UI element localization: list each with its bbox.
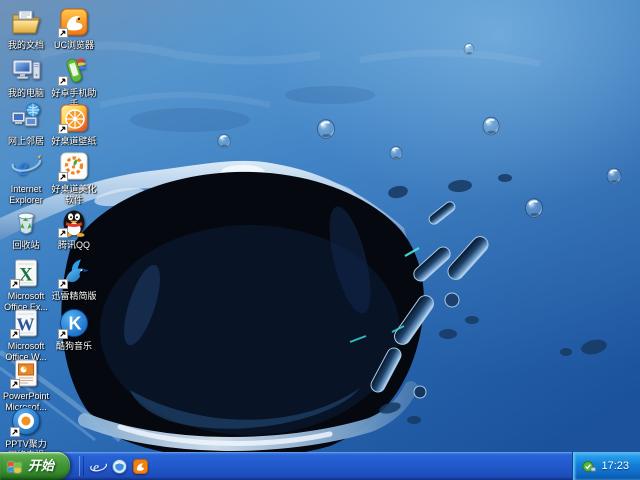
svg-text:X: X: [19, 265, 33, 286]
desktop-icon-xunlei-lite[interactable]: 迅雷精简版: [48, 256, 100, 302]
quick-launch-internet-explorer[interactable]: e: [90, 458, 107, 475]
word-icon: W: [9, 306, 43, 340]
shortcut-arrow-icon: [10, 379, 20, 389]
icon-label: 迅雷精简版: [51, 291, 96, 302]
icon-label: UC浏览器: [54, 40, 94, 51]
desktop-icon-haozhuodao-wallpaper[interactable]: 好桌道壁纸: [48, 101, 100, 147]
shortcut-arrow-icon: [58, 124, 68, 134]
wallpaper-app-icon: [57, 101, 91, 135]
taskbar: 开始 e 17:23: [0, 452, 640, 480]
system-tray: 17:23: [572, 452, 640, 480]
desktop-icon-recycle-bin[interactable]: 回收站: [0, 205, 52, 251]
icon-label: 酷狗音乐: [56, 341, 92, 352]
desktop-icon-ms-office-word[interactable]: W Microsoft Office W...: [0, 306, 52, 363]
desktop-icon-internet-explorer[interactable]: e Internet Explorer: [0, 149, 52, 206]
icon-label: 腾讯QQ: [58, 240, 90, 251]
shortcut-arrow-icon: [58, 279, 68, 289]
icon-label: 网上邻居: [8, 136, 44, 147]
my-documents-icon: [9, 5, 43, 39]
uc-browser-icon: [57, 5, 91, 39]
icon-label: 我的文档: [8, 40, 44, 51]
shortcut-arrow-icon: [58, 329, 68, 339]
svg-text:e: e: [17, 152, 29, 181]
desktop-icon-ms-office-excel[interactable]: X Microsoft Office Ex...: [0, 256, 52, 313]
icon-label: 好桌道壁纸: [51, 136, 96, 147]
taskbar-clock[interactable]: 17:23: [601, 461, 629, 472]
icon-label: 我的电脑: [8, 88, 44, 99]
shortcut-arrow-icon: [58, 172, 68, 182]
shortcut-arrow-icon: [58, 28, 68, 38]
quick-launch-bar: e: [90, 458, 149, 475]
beautify-app-icon: [57, 149, 91, 183]
shortcut-arrow-icon: [10, 427, 20, 437]
uc-mini-icon: [132, 458, 149, 475]
desktop-icon-network-places[interactable]: 网上邻居: [0, 101, 52, 147]
round-blue-app-icon: [111, 458, 128, 475]
svg-text:e: e: [93, 460, 99, 475]
quick-launch-uc-browser[interactable]: [132, 458, 149, 475]
phone-assistant-icon: [57, 53, 91, 87]
powerpoint-icon: [9, 356, 43, 390]
icon-label: 好桌道美化软件: [48, 184, 100, 206]
qq-penguin-icon: [57, 205, 91, 239]
desktop-icon-tencent-qq[interactable]: 腾讯QQ: [48, 205, 100, 251]
quick-launch-divider: [79, 456, 84, 476]
quick-launch-round-blue-app[interactable]: [111, 458, 128, 475]
ie-icon: e: [90, 458, 107, 475]
desktop-icon-kugou-music[interactable]: K 酷狗音乐: [48, 306, 100, 352]
icon-label: Internet Explorer: [0, 184, 52, 206]
desktop-icon-my-documents[interactable]: 我的文档: [0, 5, 52, 51]
recycle-bin-icon: [9, 205, 43, 239]
svg-text:K: K: [69, 314, 82, 334]
network-places-icon: [9, 101, 43, 135]
start-button[interactable]: 开始: [0, 452, 70, 480]
shortcut-arrow-icon: [10, 329, 20, 339]
desktop-icon-my-computer[interactable]: 我的电脑: [0, 53, 52, 99]
desktop-icon-uc-browser[interactable]: UC浏览器: [48, 5, 100, 51]
internet-explorer-icon: e: [9, 149, 43, 183]
shortcut-arrow-icon: [10, 279, 20, 289]
pptv-icon: [9, 404, 43, 438]
excel-icon: X: [9, 256, 43, 290]
kugou-icon: K: [57, 306, 91, 340]
tray-status-icon[interactable]: [582, 459, 596, 473]
shortcut-arrow-icon: [58, 76, 68, 86]
desktop-icon-haozhuodao-beautify[interactable]: 好桌道美化软件: [48, 149, 100, 206]
windows-flag-icon: [7, 459, 24, 474]
my-computer-icon: [9, 53, 43, 87]
start-button-label: 开始: [28, 459, 54, 473]
icon-label: 回收站: [12, 240, 39, 251]
xunlei-bird-icon: [57, 256, 91, 290]
shortcut-arrow-icon: [58, 228, 68, 238]
